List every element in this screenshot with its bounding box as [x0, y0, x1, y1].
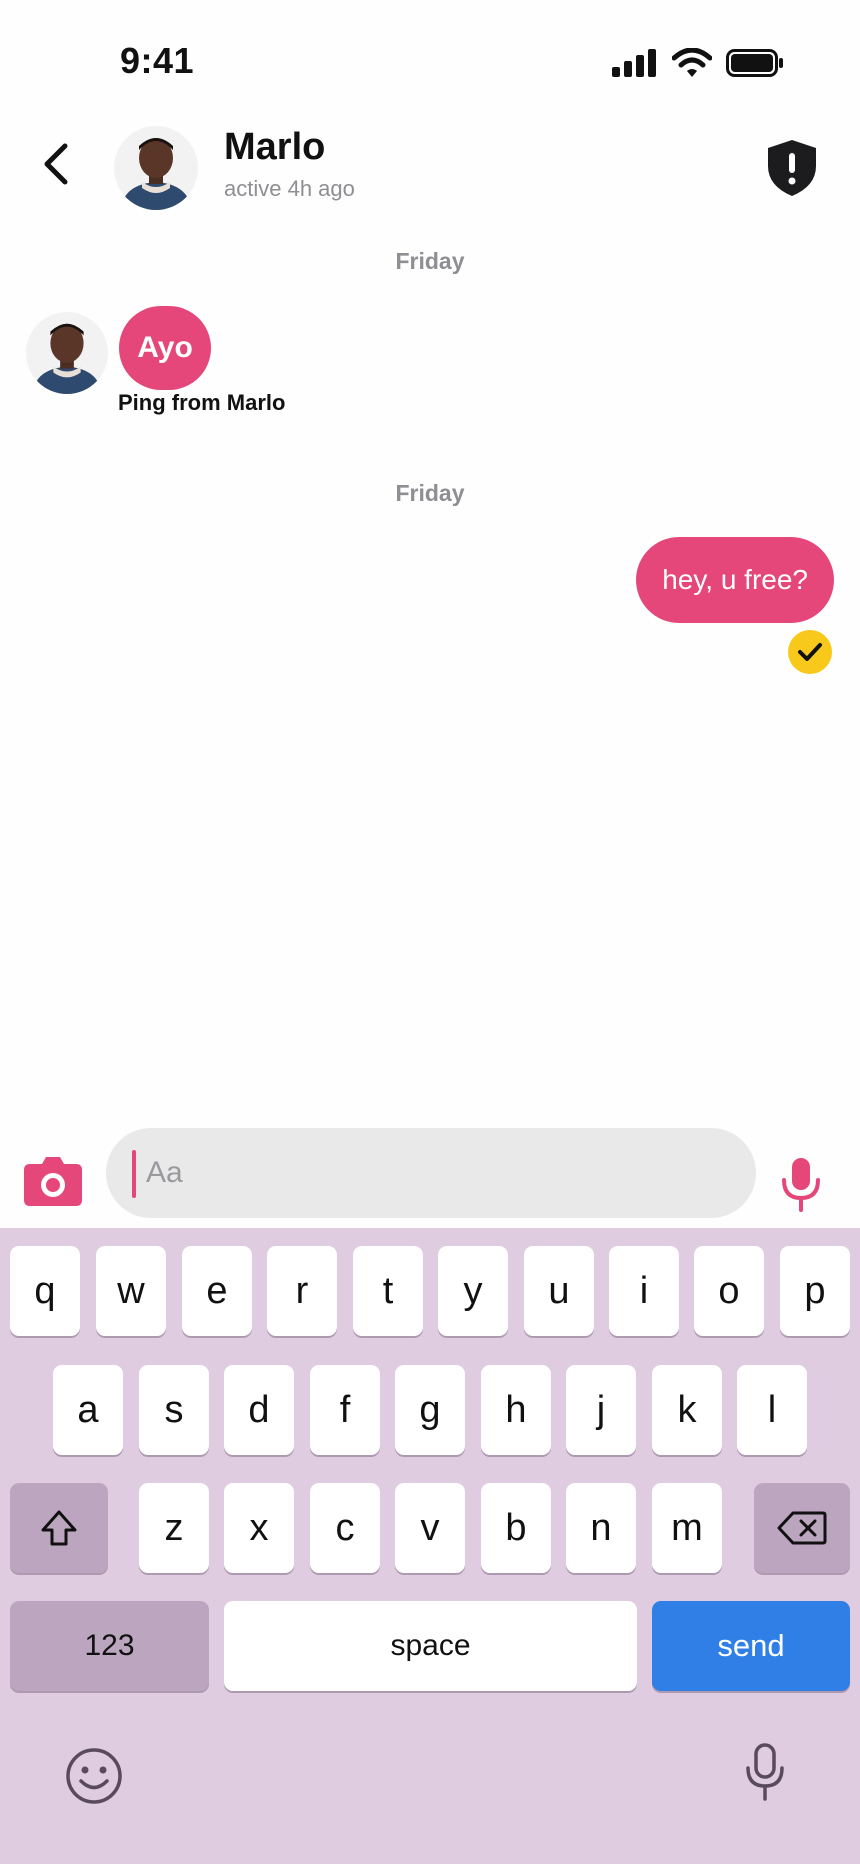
sender-avatar[interactable]	[26, 312, 108, 394]
safety-button[interactable]	[764, 138, 820, 198]
key-l[interactable]: l	[737, 1365, 807, 1455]
contact-avatar[interactable]	[114, 126, 198, 210]
emoji-icon	[66, 1748, 122, 1804]
key-s[interactable]: s	[139, 1365, 209, 1455]
contact-name[interactable]: Marlo	[224, 126, 325, 169]
key-g[interactable]: g	[395, 1365, 465, 1455]
key-m[interactable]: m	[652, 1483, 722, 1573]
ping-caption: Ping from Marlo	[118, 390, 286, 415]
keyboard: q w e r t y u i o p a s d f g h j k l z …	[0, 1228, 860, 1864]
message-input-container[interactable]	[106, 1128, 756, 1218]
key-z[interactable]: z	[139, 1483, 209, 1573]
wifi-icon	[672, 48, 712, 77]
dictation-microphone-icon	[746, 1743, 784, 1801]
text-cursor	[132, 1150, 136, 1198]
status-icons	[612, 48, 784, 78]
key-o[interactable]: o	[694, 1246, 764, 1336]
day-separator: Friday	[395, 480, 465, 506]
status-bar: 9:41	[0, 0, 860, 120]
message-composer	[0, 1128, 860, 1228]
key-e[interactable]: e	[182, 1246, 252, 1336]
battery-icon	[726, 49, 783, 77]
backspace-icon	[777, 1511, 827, 1545]
space-key[interactable]: space	[224, 1601, 637, 1691]
key-f[interactable]: f	[310, 1365, 380, 1455]
chat-header: Marlo active 4h ago	[0, 120, 860, 220]
checkmark-icon	[798, 643, 822, 661]
shield-alert-icon	[768, 140, 816, 196]
key-x[interactable]: x	[224, 1483, 294, 1573]
back-button[interactable]	[28, 128, 84, 200]
key-u[interactable]: u	[524, 1246, 594, 1336]
key-i[interactable]: i	[609, 1246, 679, 1336]
dictation-button[interactable]	[744, 1742, 786, 1802]
cellular-signal-icon	[612, 49, 656, 77]
shift-key[interactable]	[10, 1483, 108, 1573]
camera-icon	[24, 1157, 82, 1206]
status-time: 9:41	[120, 40, 195, 81]
key-c[interactable]: c	[310, 1483, 380, 1573]
key-a[interactable]: a	[53, 1365, 123, 1455]
key-k[interactable]: k	[652, 1365, 722, 1455]
read-receipt	[788, 630, 832, 674]
message-input[interactable]	[146, 1128, 736, 1218]
key-y[interactable]: y	[438, 1246, 508, 1336]
day-separator: Friday	[395, 248, 465, 274]
key-q[interactable]: q	[10, 1246, 80, 1336]
voice-message-button[interactable]	[778, 1156, 824, 1212]
numbers-key[interactable]: 123	[10, 1601, 209, 1691]
key-b[interactable]: b	[481, 1483, 551, 1573]
contact-photo	[114, 126, 198, 210]
send-key[interactable]: send	[652, 1601, 850, 1691]
key-p[interactable]: p	[780, 1246, 850, 1336]
ping-bubble[interactable]: Ayo	[119, 306, 211, 390]
contact-active-status: active 4h ago	[224, 176, 355, 201]
chevron-left-icon	[44, 143, 68, 185]
key-h[interactable]: h	[481, 1365, 551, 1455]
shift-arrow-icon	[41, 1510, 77, 1546]
emoji-button[interactable]	[64, 1746, 124, 1806]
key-v[interactable]: v	[395, 1483, 465, 1573]
backspace-key[interactable]	[754, 1483, 850, 1573]
outgoing-message-bubble[interactable]: hey, u free?	[636, 537, 834, 623]
key-j[interactable]: j	[566, 1365, 636, 1455]
microphone-icon	[782, 1158, 820, 1212]
key-t[interactable]: t	[353, 1246, 423, 1336]
key-d[interactable]: d	[224, 1365, 294, 1455]
sender-photo	[26, 312, 108, 394]
camera-button[interactable]	[22, 1154, 84, 1208]
key-r[interactable]: r	[267, 1246, 337, 1336]
key-n[interactable]: n	[566, 1483, 636, 1573]
key-w[interactable]: w	[96, 1246, 166, 1336]
